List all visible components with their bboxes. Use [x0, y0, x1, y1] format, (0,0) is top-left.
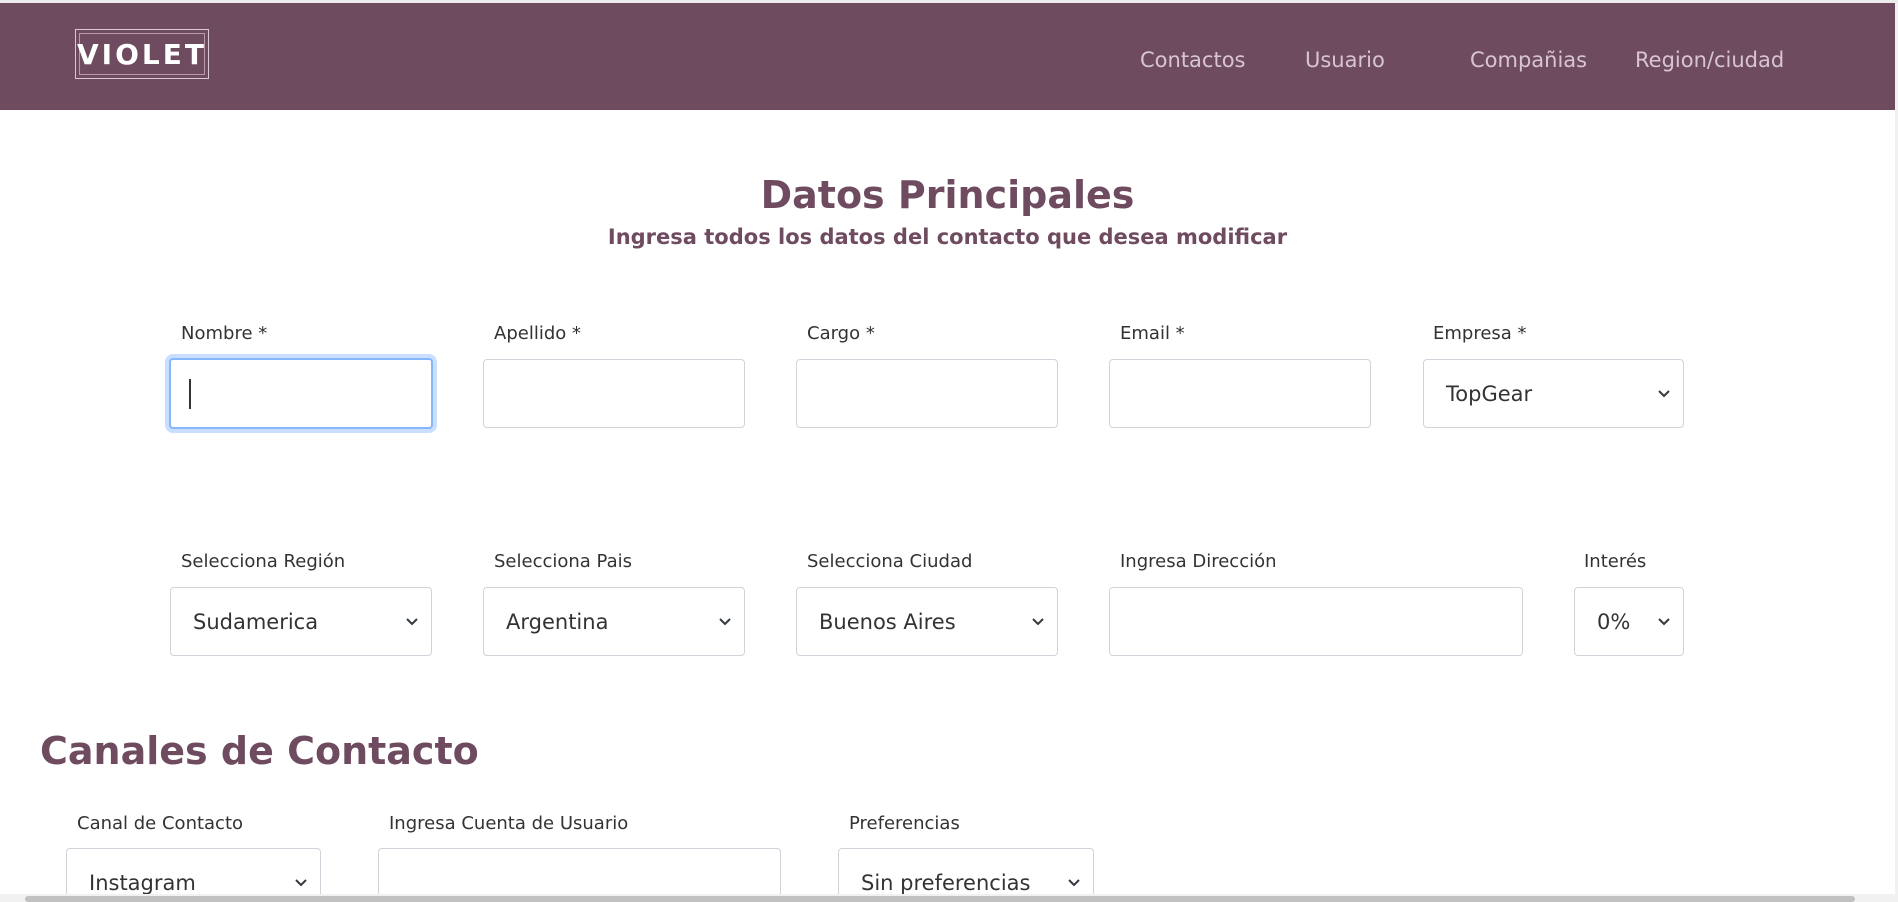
ciudad-label: Selecciona Ciudad: [807, 551, 973, 572]
apellido-input[interactable]: [483, 359, 745, 428]
nav-item-usuario[interactable]: Usuario: [1305, 48, 1385, 72]
region-selected-value: Sudamerica: [193, 609, 319, 634]
interes-selected-value: 0%: [1597, 609, 1631, 634]
logo-text: VIOLET: [77, 37, 207, 71]
cargo-input[interactable]: [796, 359, 1058, 428]
pais-label: Selecciona Pais: [494, 551, 632, 572]
apellido-label: Apellido *: [494, 323, 581, 344]
cuenta-label: Ingresa Cuenta de Usuario: [389, 813, 629, 834]
email-label: Email *: [1120, 323, 1185, 344]
chevron-down-icon: [1657, 389, 1671, 399]
empresa-label: Empresa *: [1433, 323, 1527, 344]
chevron-down-icon: [1657, 617, 1671, 627]
cargo-label: Cargo *: [807, 323, 875, 344]
empresa-selected-value: TopGear: [1446, 381, 1533, 406]
chevron-down-icon: [294, 878, 308, 888]
interes-label: Interés: [1584, 551, 1647, 572]
empresa-select[interactable]: TopGear: [1423, 359, 1684, 428]
chevron-down-icon: [405, 617, 419, 627]
nombre-input[interactable]: [169, 358, 433, 429]
nav-item-region-ciudad[interactable]: Region/ciudad: [1635, 48, 1784, 72]
page-subtitle: Ingresa todos los datos del contacto que…: [607, 225, 1288, 249]
direccion-label: Ingresa Dirección: [1120, 551, 1277, 572]
ciudad-select[interactable]: Buenos Aires: [796, 587, 1058, 656]
preferencias-selected-value: Sin preferencias: [861, 870, 1031, 895]
email-input[interactable]: [1109, 359, 1371, 428]
canal-selected-value: Instagram: [89, 870, 196, 895]
horizontal-scrollbar[interactable]: [25, 896, 1855, 902]
page: VIOLET Contactos Usuario Compañias Regio…: [0, 0, 1898, 902]
direccion-input[interactable]: [1109, 587, 1523, 656]
top-navbar: VIOLET Contactos Usuario Compañias Regio…: [0, 3, 1895, 110]
chevron-down-icon: [718, 617, 732, 627]
brand-logo[interactable]: VIOLET: [75, 29, 209, 79]
region-select[interactable]: Sudamerica: [170, 587, 432, 656]
region-label: Selecciona Región: [181, 551, 346, 572]
pais-select[interactable]: Argentina: [483, 587, 745, 656]
section-title-canales: Canales de Contacto: [40, 729, 479, 773]
chevron-down-icon: [1031, 617, 1045, 627]
page-title: Datos Principales: [760, 173, 1135, 217]
chevron-down-icon: [1067, 878, 1081, 888]
preferencias-label: Preferencias: [849, 813, 960, 834]
interes-select[interactable]: 0%: [1574, 587, 1684, 656]
ciudad-selected-value: Buenos Aires: [819, 609, 956, 634]
nombre-label: Nombre *: [181, 323, 268, 344]
nav-item-companias[interactable]: Compañias: [1470, 48, 1587, 72]
pais-selected-value: Argentina: [506, 609, 609, 634]
canal-label: Canal de Contacto: [77, 813, 244, 834]
nav-item-contactos[interactable]: Contactos: [1140, 48, 1246, 72]
text-caret: [189, 378, 191, 409]
